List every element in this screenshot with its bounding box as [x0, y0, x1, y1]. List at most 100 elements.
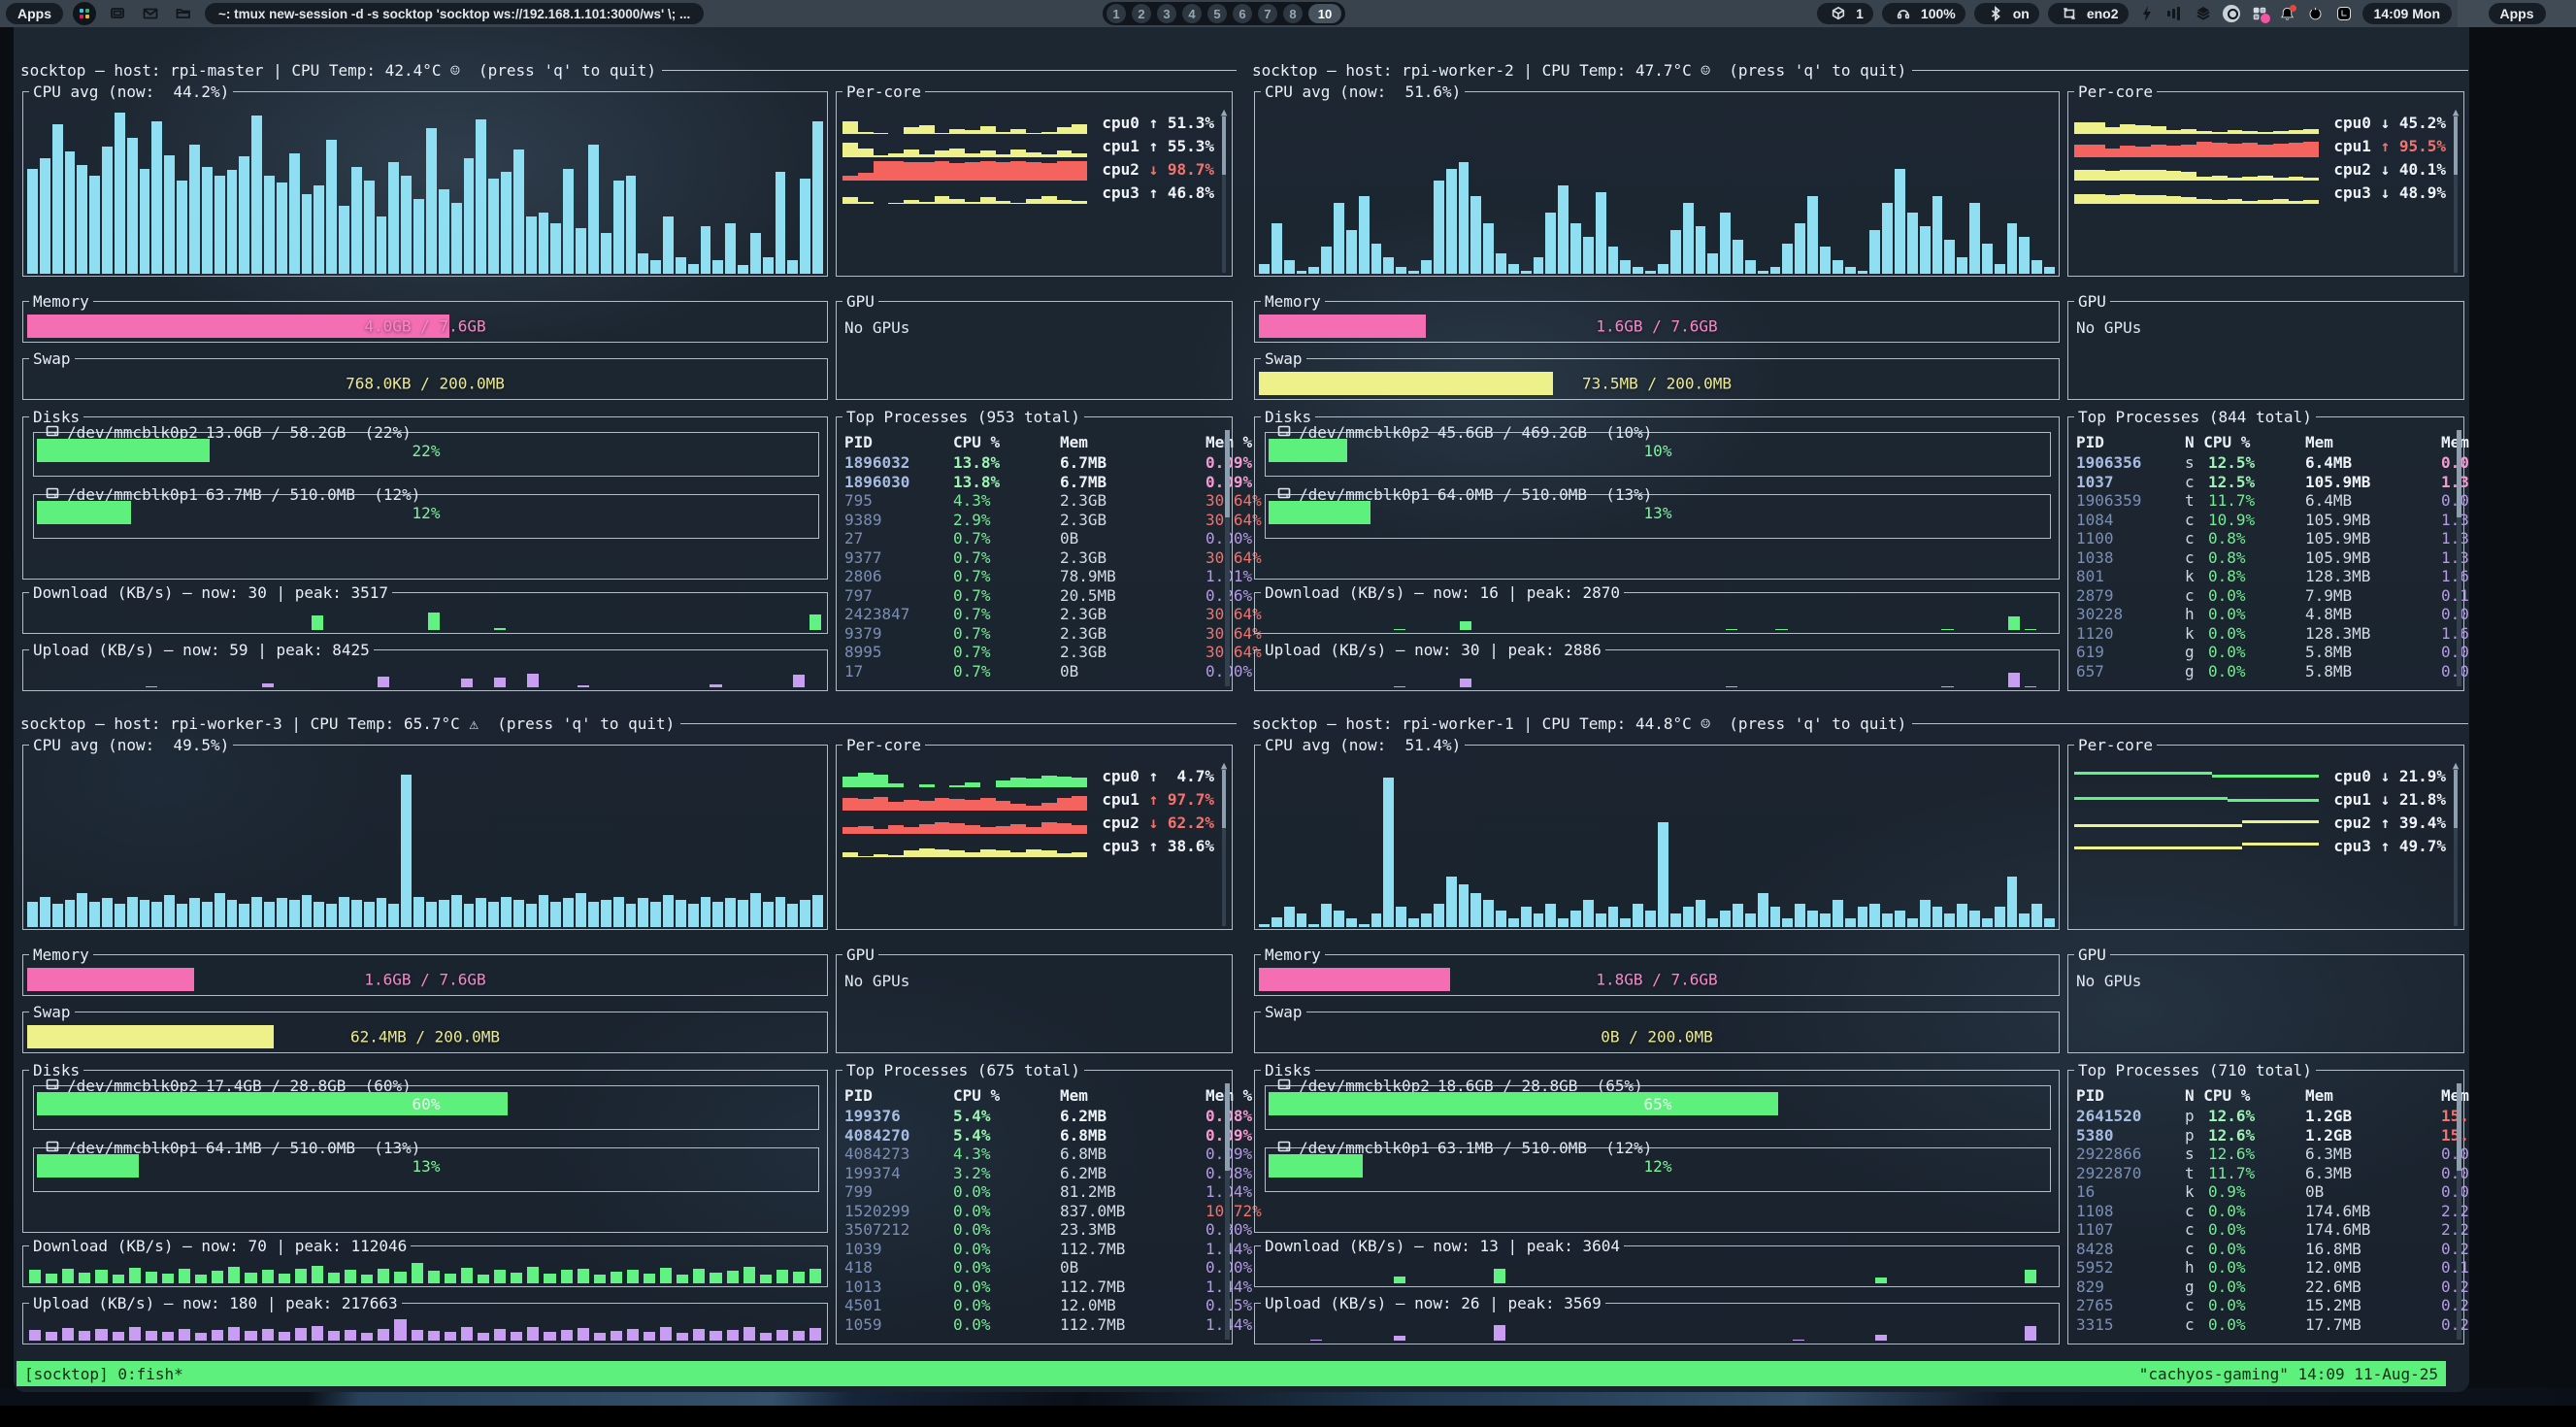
top-processes-label: Top Processes (710 total): [2074, 1061, 2316, 1079]
download-label: Download (KB/s) — now: 13 | peak: 3604: [1261, 1237, 1624, 1255]
power-icon[interactable]: [2306, 3, 2326, 24]
process-row: 93790.7%2.3GB30.64%: [844, 624, 1222, 644]
swap-value: 768.0KB / 200.0MB: [27, 375, 823, 393]
memory-value: 1.6GB / 7.6GB: [1259, 317, 2055, 336]
per-core-scrollbar[interactable]: ▲: [2451, 756, 2460, 926]
process-row: 15202990.0%837.0MB10.72%: [844, 1202, 1222, 1221]
recents-icon[interactable]: [2334, 3, 2354, 24]
pane-header: socktop — host: rpi-worker-3 | CPU Temp:…: [20, 714, 1237, 733]
workspace-5[interactable]: 5: [1207, 4, 1227, 23]
cpu-avg-label: CPU avg (now: 51.4%): [1261, 736, 1465, 754]
top-processes-box: Top Processes (844 total) PIDN CPU %MemM…: [2067, 408, 2464, 691]
workspace-4[interactable]: 4: [1182, 4, 1202, 23]
apps-button-right[interactable]: Apps: [2489, 3, 2546, 24]
swap-value: 0B / 200.0MB: [1259, 1028, 2055, 1046]
folder-icon[interactable]: [172, 2, 195, 25]
process-row: 1107c0.0%174.6MB2.24%: [2076, 1220, 2454, 1240]
process-row: 2922866s12.6%6.3MB0.08%: [2076, 1145, 2454, 1164]
per-core-row: cpu2 ↓ 98.7%: [842, 157, 1214, 181]
memory-value: 1.6GB / 7.6GB: [27, 971, 823, 989]
socktop-pane[interactable]: socktop — host: rpi-worker-1 | CPU Temp:…: [1248, 712, 2469, 1356]
process-row: 801k0.8%128.3MB1.64%: [2076, 567, 2454, 586]
cpu-avg-label: CPU avg (now: 51.6%): [1261, 83, 1465, 101]
process-scrollbar[interactable]: [2457, 1083, 2461, 1340]
bolt-icon[interactable]: [2137, 3, 2157, 24]
process-row: 10390.0%112.7MB1.44%: [844, 1240, 1222, 1259]
slack-dot-icon[interactable]: [2250, 3, 2269, 24]
steam-icon[interactable]: [2222, 3, 2241, 24]
per-core-row: cpu0 ↑ 4.7%: [842, 764, 1214, 787]
bluetooth-indicator[interactable]: on: [1974, 3, 2039, 24]
workspace-7[interactable]: 7: [1258, 4, 1277, 23]
network-indicator[interactable]: eno2: [2048, 3, 2129, 24]
workspace-3[interactable]: 3: [1157, 4, 1176, 23]
process-row: 40842705.4%6.8MB0.09%: [844, 1126, 1222, 1145]
volume-indicator[interactable]: 100%: [1882, 3, 1965, 24]
socktop-pane[interactable]: socktop — host: rpi-worker-3 | CPU Temp:…: [17, 712, 1238, 1356]
workspace-2[interactable]: 2: [1132, 4, 1151, 23]
bell-icon[interactable]: [2278, 3, 2297, 24]
workspace-8[interactable]: 8: [1283, 4, 1303, 23]
process-row: 1906356s12.5%6.4MB0.08%: [2076, 453, 2454, 473]
download-box: Download (KB/s) — now: 16 | peak: 2870: [1254, 583, 2060, 634]
process-row: 1993765.4%6.2MB0.08%: [844, 1107, 1222, 1126]
swap-label: Swap: [29, 1003, 75, 1021]
stats-icon[interactable]: [2165, 3, 2185, 24]
mail-icon[interactable]: [139, 2, 162, 25]
memory-value: 1.8GB / 7.6GB: [1259, 971, 2055, 989]
bluetooth-icon: [1984, 2, 2007, 25]
per-core-scrollbar[interactable]: ▲: [2451, 103, 2460, 273]
upload-label: Upload (KB/s) — now: 180 | peak: 217663: [29, 1294, 402, 1312]
socktop-pane[interactable]: socktop — host: rpi-worker-2 | CPU Temp:…: [1248, 58, 2469, 703]
layers-icon[interactable]: [2194, 3, 2213, 24]
window-title[interactable]: ~: tmux new-session -d -s socktop 'sockt…: [205, 3, 704, 24]
process-table-header: PIDN CPU %MemMem %: [2076, 1085, 2454, 1107]
pane-title-text: socktop — host: rpi-worker-3 | CPU Temp:…: [20, 714, 675, 733]
top-processes-box: Top Processes (675 total) PIDCPU %MemMem…: [836, 1061, 1233, 1344]
tmux-status-bar: [socktop] 0:fish* "cachyos-gaming" 14:09…: [17, 1361, 2446, 1386]
disk-info: 64.1MB / 510.0MB (13%): [206, 1139, 421, 1157]
pane-title-text: socktop — host: rpi-worker-1 | CPU Temp:…: [1252, 714, 1906, 733]
per-core-label: Per-core: [2074, 83, 2157, 101]
top-processes-label: Top Processes (844 total): [2074, 408, 2316, 426]
gpu-label: GPU: [842, 292, 878, 311]
download-chart: [1261, 606, 2053, 630]
process-rows: PIDCPU %MemMem %189603213.8%6.7MB0.09%18…: [844, 432, 1222, 680]
disk-usage-pct: 12%: [1266, 1157, 2050, 1176]
process-row: 657g0.0%5.8MB0.07%: [2076, 662, 2454, 681]
gpu-status: No GPUs: [2076, 318, 2141, 337]
workspace-6[interactable]: 6: [1233, 4, 1252, 23]
per-core-rows: cpu0 ↓ 21.9%cpu1 ↓ 21.8%cpu2 ↑ 39.4%cpu3…: [2074, 764, 2446, 857]
terminal-window[interactable]: socktop — host: rpi-master | CPU Temp: 4…: [14, 27, 2469, 1392]
cpu-avg-chart: [27, 757, 823, 927]
process-scrollbar[interactable]: [1225, 1083, 1230, 1340]
per-core-scrollbar[interactable]: ▲: [1219, 103, 1229, 273]
window-icon[interactable]: [106, 2, 129, 25]
disks-box: Disks /dev/mmcblk0p2 18.6GB / 28.8GB (65…: [1254, 1061, 2060, 1233]
process-scrollbar[interactable]: [2457, 430, 2461, 686]
workspace-1[interactable]: 1: [1106, 4, 1126, 23]
per-core-row: cpu1 ↑ 55.3%: [842, 134, 1214, 157]
disk-usage-pct: 10%: [1266, 442, 2050, 460]
process-row: 35072120.0%23.3MB0.30%: [844, 1220, 1222, 1240]
updates-indicator[interactable]: 1: [1817, 3, 1873, 24]
per-core-scrollbar[interactable]: ▲: [1219, 756, 1229, 926]
header-rule: [1912, 723, 2468, 724]
slack-app-icon[interactable]: [73, 2, 96, 25]
per-core-row: cpu1 ↑ 97.7%: [842, 787, 1214, 811]
process-scrollbar[interactable]: [1225, 430, 1230, 686]
clock[interactable]: 14:09 Mon: [2362, 3, 2452, 24]
socktop-pane[interactable]: socktop — host: rpi-master | CPU Temp: 4…: [17, 58, 1238, 703]
per-core-box: Per-core cpu0 ↓ 21.9%cpu1 ↓ 21.8%cpu2 ↑ …: [2067, 736, 2464, 930]
process-row: 16k0.9%0B0.00%: [2076, 1182, 2454, 1202]
process-row: 10590.0%112.7MB1.44%: [844, 1315, 1222, 1335]
disk-row: /dev/mmcblk0p1 64.1MB / 510.0MB (13%) 13…: [33, 1147, 819, 1192]
per-core-box: Per-core cpu0 ↑ 51.3%cpu1 ↑ 55.3%cpu2 ↓ …: [836, 83, 1233, 277]
process-rows: PIDN CPU %MemMem %1906356s12.5%6.4MB0.08…: [2076, 432, 2454, 680]
workspace-10-active[interactable]: 10: [1308, 4, 1341, 23]
apps-button[interactable]: Apps: [6, 3, 63, 24]
disk-row: /dev/mmcblk0p1 64.0MB / 510.0MB (13%) 13…: [1265, 494, 2051, 539]
disk-row: /dev/mmcblk0p1 63.7MB / 510.0MB (12%) 12…: [33, 494, 819, 539]
pane-title-text: socktop — host: rpi-worker-2 | CPU Temp:…: [1252, 61, 1906, 80]
top-processes-box: Top Processes (953 total) PIDCPU %MemMem…: [836, 408, 1233, 691]
